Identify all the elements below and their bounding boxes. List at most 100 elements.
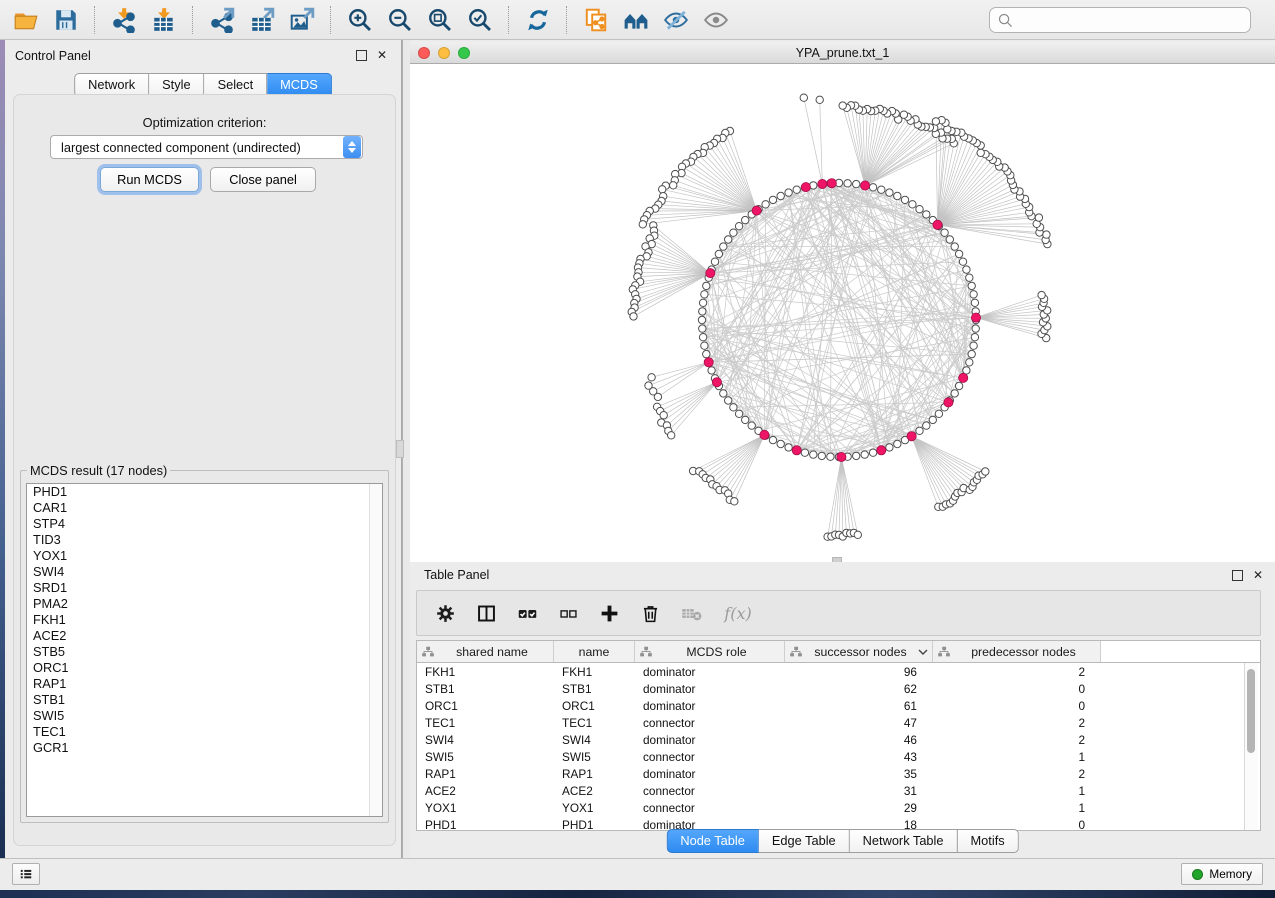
mcds-result-item[interactable]: PHD1 xyxy=(27,484,382,500)
table-float-window-icon[interactable] xyxy=(1232,570,1243,581)
import-network-button[interactable] xyxy=(104,3,144,37)
first-neighbors-button[interactable] xyxy=(616,3,656,37)
hide-selected-button[interactable] xyxy=(656,3,696,37)
shared-column-icon xyxy=(789,645,803,659)
save-session-button[interactable] xyxy=(46,3,86,37)
column-header-label: predecessor nodes xyxy=(951,645,1096,659)
float-window-icon[interactable] xyxy=(356,50,367,61)
table-scrollbar-track[interactable] xyxy=(1244,663,1258,830)
close-panel-icon[interactable]: ✕ xyxy=(377,49,387,61)
table-row[interactable]: TEC1TEC1connector472 xyxy=(417,714,1260,731)
table-scrollbar-thumb[interactable] xyxy=(1247,669,1255,753)
trash-icon xyxy=(640,603,661,624)
node-table-header: shared namename MCDS role successor nodes p… xyxy=(417,641,1260,663)
close-panel-button[interactable]: Close panel xyxy=(210,167,316,192)
table-row[interactable]: RAP1RAP1dominator352 xyxy=(417,765,1260,782)
zoom-fit-button[interactable] xyxy=(420,3,460,37)
table-cell: RAP1 xyxy=(554,767,635,781)
table-cell: 1 xyxy=(933,750,1101,764)
table-row[interactable]: SWI4SWI4dominator462 xyxy=(417,731,1260,748)
mcds-result-item[interactable]: PMA2 xyxy=(27,596,382,612)
delete-column-button[interactable] xyxy=(636,598,664,628)
column-header-name[interactable]: name xyxy=(554,641,635,662)
mcds-result-item[interactable]: STB5 xyxy=(27,644,382,660)
table-toolbar: f(x) xyxy=(416,590,1261,636)
status-bar: Memory xyxy=(0,858,1275,890)
column-header-filler xyxy=(1101,641,1260,662)
zoom-out-button[interactable] xyxy=(380,3,420,37)
mcds-result-item[interactable]: SWI4 xyxy=(27,564,382,580)
table-row[interactable]: FKH1FKH1dominator962 xyxy=(417,663,1260,680)
column-header-label: MCDS role xyxy=(653,645,780,659)
mcds-result-item[interactable]: CAR1 xyxy=(27,500,382,516)
mcds-result-item[interactable]: STB1 xyxy=(27,692,382,708)
mcds-result-item[interactable]: ORC1 xyxy=(27,660,382,676)
network-window-titlebar[interactable]: YPA_prune.txt_1 xyxy=(410,42,1275,64)
mcds-result-item[interactable]: SRD1 xyxy=(27,580,382,596)
create-column-button[interactable] xyxy=(595,598,623,628)
export-table-button[interactable] xyxy=(242,3,282,37)
tab-node-table[interactable]: Node Table xyxy=(666,829,759,853)
table-cell: connector xyxy=(635,801,785,815)
column-header-shared-name[interactable]: shared name xyxy=(417,641,554,662)
task-history-button[interactable] xyxy=(12,863,40,885)
tab-motifs[interactable]: Motifs xyxy=(958,829,1019,853)
save-icon xyxy=(53,7,79,33)
table-cell: 96 xyxy=(785,665,933,679)
mcds-result-item[interactable]: GCR1 xyxy=(27,740,382,756)
table-cell: PHD1 xyxy=(554,818,635,832)
show-all-button[interactable] xyxy=(696,3,736,37)
criterion-dropdown[interactable]: largest connected component (undirected) xyxy=(50,135,363,159)
mcds-result-item[interactable]: ACE2 xyxy=(27,628,382,644)
memory-button[interactable]: Memory xyxy=(1181,863,1263,885)
column-header-MCDS-role[interactable]: MCDS role xyxy=(635,641,785,662)
table-cell: TEC1 xyxy=(554,716,635,730)
tab-network-table[interactable]: Network Table xyxy=(850,829,958,853)
network-view-canvas[interactable] xyxy=(410,64,1275,562)
mcds-result-item[interactable]: SWI5 xyxy=(27,708,382,724)
duplicate-network-button[interactable] xyxy=(576,3,616,37)
table-row[interactable]: SWI5SWI5connector431 xyxy=(417,748,1260,765)
zoom-selected-button[interactable] xyxy=(460,3,500,37)
table-cell: 2 xyxy=(933,665,1101,679)
search-icon xyxy=(997,12,1014,29)
mcds-result-item[interactable]: TEC1 xyxy=(27,724,382,740)
table-cell: FKH1 xyxy=(417,665,554,679)
column-header-successor-nodes[interactable]: successor nodes xyxy=(785,641,933,662)
mcds-list-scrollbar[interactable] xyxy=(369,484,382,816)
mcds-result-item[interactable]: RAP1 xyxy=(27,676,382,692)
table-cell: TEC1 xyxy=(417,716,554,730)
open-file-button[interactable] xyxy=(6,3,46,37)
mcds-result-title: MCDS result (17 nodes) xyxy=(27,463,170,478)
table-row[interactable]: STB1STB1dominator620 xyxy=(417,680,1260,697)
table-cell: RAP1 xyxy=(417,767,554,781)
export-image-button[interactable] xyxy=(282,3,322,37)
table-close-panel-icon[interactable]: ✕ xyxy=(1253,569,1263,581)
panel-divider-handle[interactable] xyxy=(396,440,404,458)
column-header-predecessor-nodes[interactable]: predecessor nodes xyxy=(933,641,1101,662)
table-cell: SWI5 xyxy=(554,750,635,764)
table-panel: Table Panel ✕ f(x) shared namenameMCDS r… xyxy=(410,562,1275,858)
node-table: shared namename MCDS role successor nodes p… xyxy=(416,640,1261,831)
run-mcds-button[interactable]: Run MCDS xyxy=(100,167,199,192)
table-settings-button[interactable] xyxy=(431,598,459,628)
table-cell: SWI4 xyxy=(554,733,635,747)
table-row[interactable]: YOX1YOX1connector291 xyxy=(417,799,1260,816)
mcds-result-item[interactable]: FKH1 xyxy=(27,612,382,628)
refresh-button[interactable] xyxy=(518,3,558,37)
table-row[interactable]: ACE2ACE2connector311 xyxy=(417,782,1260,799)
mcds-result-item[interactable]: TID3 xyxy=(27,532,382,548)
mcds-result-item[interactable]: YOX1 xyxy=(27,548,382,564)
mcds-result-item[interactable]: STP4 xyxy=(27,516,382,532)
zoom-in-icon xyxy=(347,7,373,33)
select-all-columns-button[interactable] xyxy=(513,598,541,628)
zoom-in-button[interactable] xyxy=(340,3,380,37)
table-row[interactable]: ORC1ORC1dominator610 xyxy=(417,697,1260,714)
import-table-button[interactable] xyxy=(144,3,184,37)
column-options-button[interactable] xyxy=(472,598,500,628)
search-input[interactable] xyxy=(1014,12,1250,28)
tab-edge-table[interactable]: Edge Table xyxy=(759,829,850,853)
export-network-button[interactable] xyxy=(202,3,242,37)
check-all-icon xyxy=(517,603,538,624)
unselect-all-columns-button[interactable] xyxy=(554,598,582,628)
